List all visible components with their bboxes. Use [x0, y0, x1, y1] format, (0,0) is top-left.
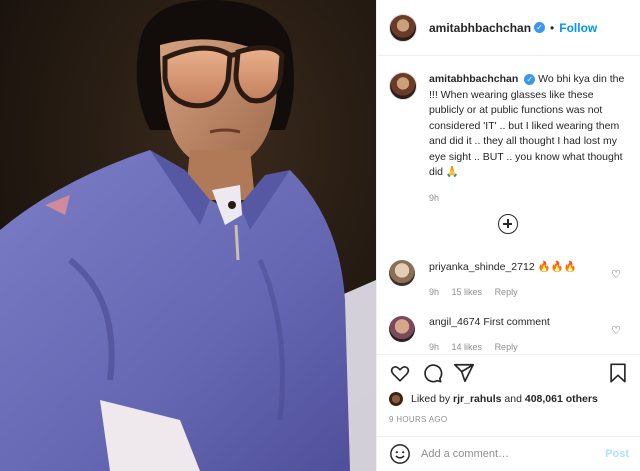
likes-summary: Liked by rjr_rahuls and 408,061 others — [389, 392, 598, 406]
comment-likes[interactable]: 14 likes — [452, 342, 483, 352]
likes-middle: and — [504, 393, 522, 405]
comment-reply-button[interactable]: Reply — [495, 342, 518, 352]
comment-item: angil_4674 First comment 9h 14 likes Rep… — [389, 316, 629, 352]
comment-reply-button[interactable]: Reply — [495, 287, 518, 297]
comment-avatar[interactable] — [389, 260, 415, 286]
caption-text: Wo bhi kya din the !!! When wearing glas… — [429, 73, 625, 178]
caption-body: amitabhbachchan ✓ Wo bhi kya din the !!!… — [429, 72, 628, 206]
add-comment-input[interactable]: Add a comment… — [421, 448, 605, 460]
post-photo[interactable] — [0, 0, 376, 471]
caption-username[interactable]: amitabhbachchan — [429, 73, 518, 85]
heart-icon[interactable] — [389, 362, 411, 384]
comment-icon[interactable] — [421, 362, 443, 384]
comment-body: priyanka_shinde_2712 🔥🔥🔥 9h 15 likes Rep… — [429, 260, 577, 297]
author-username[interactable]: amitabhbachchan — [429, 21, 531, 35]
comment-text: First comment — [483, 316, 550, 328]
likes-count[interactable]: 408,061 others — [525, 393, 598, 405]
comment-username[interactable]: angil_4674 — [429, 316, 480, 328]
likes-prefix: Liked by — [411, 393, 451, 405]
comment-username[interactable]: priyanka_shinde_2712 — [429, 261, 535, 273]
share-icon[interactable] — [453, 362, 475, 384]
comment-time[interactable]: 9h — [429, 342, 439, 352]
follow-button[interactable]: Follow — [559, 21, 597, 35]
comment-time[interactable]: 9h — [429, 287, 439, 297]
author-avatar[interactable] — [389, 13, 417, 42]
actions-divider — [377, 354, 640, 355]
add-comment-bar: Add a comment… Post — [377, 436, 640, 471]
add-icon[interactable] — [498, 214, 518, 234]
comment-text: 🔥🔥🔥 — [537, 261, 577, 273]
verified-icon: ✓ — [534, 22, 546, 33]
instagram-post: amitabhbachchan ✓ • Follow amitabhbachch… — [0, 0, 640, 471]
caption-avatar[interactable] — [389, 72, 417, 100]
comment-meta: 9h 15 likes Reply — [429, 287, 577, 297]
comment-heart-icon[interactable]: ♡ — [611, 324, 621, 337]
caption-time[interactable]: 9h — [429, 191, 628, 207]
emoji-icon[interactable] — [389, 443, 411, 465]
liker-username[interactable]: rjr_rahuls — [453, 393, 501, 405]
post-header: amitabhbachchan ✓ • Follow — [377, 0, 640, 56]
post-actions — [389, 362, 629, 386]
liker-avatar[interactable] — [389, 392, 403, 406]
bookmark-icon[interactable] — [607, 362, 629, 384]
post-caption: amitabhbachchan ✓ Wo bhi kya din the !!!… — [377, 56, 640, 206]
comment-heart-icon[interactable]: ♡ — [611, 268, 621, 281]
posted-time[interactable]: 9 HOURS AGO — [389, 415, 447, 424]
verified-icon: ✓ — [524, 73, 536, 85]
comment-avatar[interactable] — [389, 316, 415, 342]
comment-item: priyanka_shinde_2712 🔥🔥🔥 9h 15 likes Rep… — [389, 260, 629, 297]
comment-body: angil_4674 First comment 9h 14 likes Rep… — [429, 316, 550, 352]
header-separator: • — [550, 20, 555, 35]
post-image — [0, 0, 376, 471]
comment-meta: 9h 14 likes Reply — [429, 342, 550, 352]
post-side-panel: amitabhbachchan ✓ • Follow amitabhbachch… — [376, 0, 640, 471]
post-comment-button[interactable]: Post — [605, 448, 629, 460]
comment-likes[interactable]: 15 likes — [452, 287, 483, 297]
